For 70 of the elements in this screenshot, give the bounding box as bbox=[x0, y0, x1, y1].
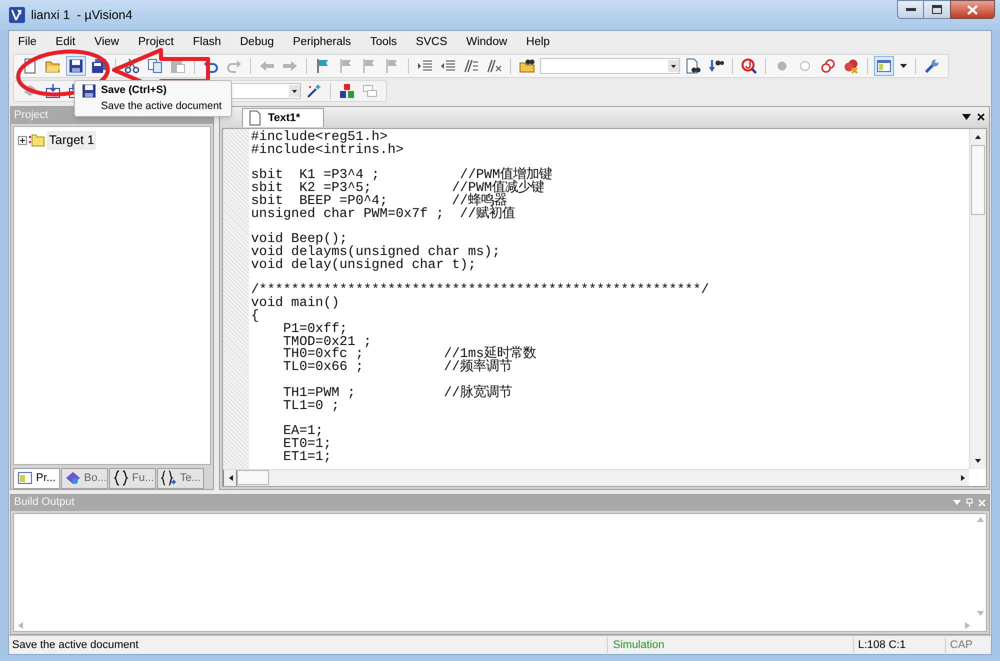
stack-icon bbox=[22, 82, 38, 99]
horizontal-scrollbar[interactable] bbox=[223, 468, 969, 486]
find-in-files-icon bbox=[519, 58, 535, 74]
panel-tab[interactable]: Pr... bbox=[13, 468, 60, 489]
caps-indicator: CAP bbox=[945, 636, 973, 654]
toolbar-button[interactable] bbox=[739, 56, 759, 76]
scroll-thumb[interactable] bbox=[971, 144, 985, 215]
close-button[interactable] bbox=[950, 0, 995, 19]
vertical-scrollbar[interactable] bbox=[969, 128, 986, 469]
menu-item[interactable]: Debug bbox=[240, 34, 274, 52]
comment-icon bbox=[463, 58, 479, 74]
window-title: lianxi 1 - µVision4 bbox=[31, 6, 132, 24]
breakpoint-remove-icon bbox=[843, 58, 859, 74]
flag-icon bbox=[384, 58, 400, 74]
status-mode: Simulation bbox=[607, 636, 853, 654]
flag-icon bbox=[315, 58, 331, 74]
toolbar-button[interactable] bbox=[66, 56, 86, 76]
uncomment-icon bbox=[486, 58, 502, 74]
flag-icon bbox=[338, 58, 354, 74]
caret-icon bbox=[900, 64, 906, 68]
dropdown-arrow-icon[interactable] bbox=[962, 114, 971, 120]
floppy-disks-icon bbox=[91, 58, 107, 74]
close-icon bbox=[967, 4, 978, 14]
panel-tab[interactable]: Bo... bbox=[61, 468, 108, 489]
menu-item[interactable]: Window bbox=[466, 34, 508, 52]
close-icon[interactable] bbox=[977, 112, 985, 121]
panel-tab[interactable]: Fu... bbox=[109, 468, 156, 489]
build-icon bbox=[45, 82, 61, 99]
menu-item[interactable]: SVCS bbox=[416, 34, 448, 52]
template-icon bbox=[161, 470, 177, 486]
code-text: #include<reg51.h> #include<intrins.h> sbit K1 =P3^4 ; //PWM值增加键 sbit K2 =P3^5; //PWM值减少键 sbit BEEP =P0^4; //蜂鸣器 unsigned char PWM=0x7f ; //赋初值 void Beep(); void delayms(unsigned char ms); void delay(unsigned char t); /*******************************************************/ void main() { P1=0xff; TMOD=0x21 ; TH0=0xfc ; //1ms延时常数 TL0=0x66 ; //频率调节 TH1=PWM ; //脉宽调节 TL1=0 ; EA=1; ET0=1; ET1=1; bbox=[250, 128, 710, 467]
wrench-icon bbox=[924, 58, 940, 74]
editor-tab[interactable]: Text1* bbox=[242, 108, 324, 127]
redo-icon bbox=[226, 58, 242, 74]
flag-icon bbox=[361, 58, 377, 74]
minimize-button[interactable] bbox=[897, 0, 924, 19]
minimize-icon bbox=[906, 8, 916, 12]
menu-item[interactable]: Tools bbox=[370, 34, 397, 52]
menu-item[interactable]: Help bbox=[526, 34, 550, 52]
document-icon bbox=[247, 110, 263, 126]
cursor-position: L:108 C:1 bbox=[853, 636, 945, 654]
components-icon bbox=[339, 82, 355, 99]
scroll-thumb[interactable] bbox=[237, 470, 269, 486]
window-icon bbox=[876, 58, 892, 74]
scissors-icon bbox=[124, 58, 140, 74]
packs-icon bbox=[362, 82, 378, 99]
binoculars-icon bbox=[708, 58, 724, 74]
panel-tab[interactable]: Te... bbox=[157, 468, 204, 489]
menu-item[interactable]: View bbox=[94, 34, 120, 52]
status-message: Save the active document bbox=[11, 638, 140, 653]
menu-item[interactable]: Edit bbox=[56, 34, 76, 52]
project-window-icon bbox=[17, 470, 33, 486]
menu-item[interactable]: File bbox=[18, 34, 37, 52]
menu-item[interactable]: Peripherals bbox=[292, 34, 352, 52]
menu-item[interactable]: Flash bbox=[192, 34, 221, 52]
magic-wand-icon bbox=[306, 82, 322, 99]
maximize-button[interactable] bbox=[924, 0, 950, 19]
tooltip-title: Save (Ctrl+S) bbox=[101, 83, 167, 98]
braces-icon bbox=[113, 470, 129, 486]
panel-header: Build Output bbox=[14, 495, 75, 510]
folder-icon bbox=[29, 133, 45, 148]
maximize-icon bbox=[932, 5, 942, 14]
find-icon bbox=[685, 58, 701, 74]
circles-icon bbox=[820, 58, 836, 74]
menu-item[interactable]: Project bbox=[138, 34, 174, 52]
debug-magnifier-icon bbox=[741, 58, 757, 74]
copy-icon bbox=[147, 58, 163, 74]
tree-item[interactable]: Target 1 bbox=[47, 130, 96, 150]
app-icon bbox=[9, 7, 25, 23]
expand-icon[interactable] bbox=[18, 136, 27, 145]
